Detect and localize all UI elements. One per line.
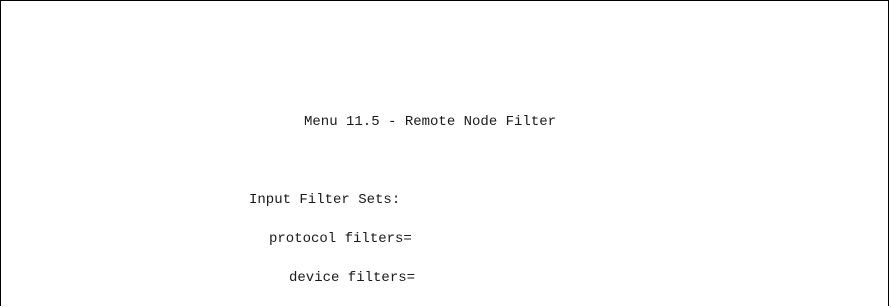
menu-title: Menu 11.5 - Remote Node Filter bbox=[304, 114, 557, 130]
protocol-filters-field[interactable]: protocol filters= bbox=[269, 231, 412, 247]
input-filter-sets-heading: Input Filter Sets: bbox=[249, 192, 401, 208]
device-filters-field[interactable]: device filters= bbox=[289, 270, 415, 286]
terminal-screen-frame: Menu 11.5 - Remote Node Filter Input Fil… bbox=[0, 0, 889, 306]
